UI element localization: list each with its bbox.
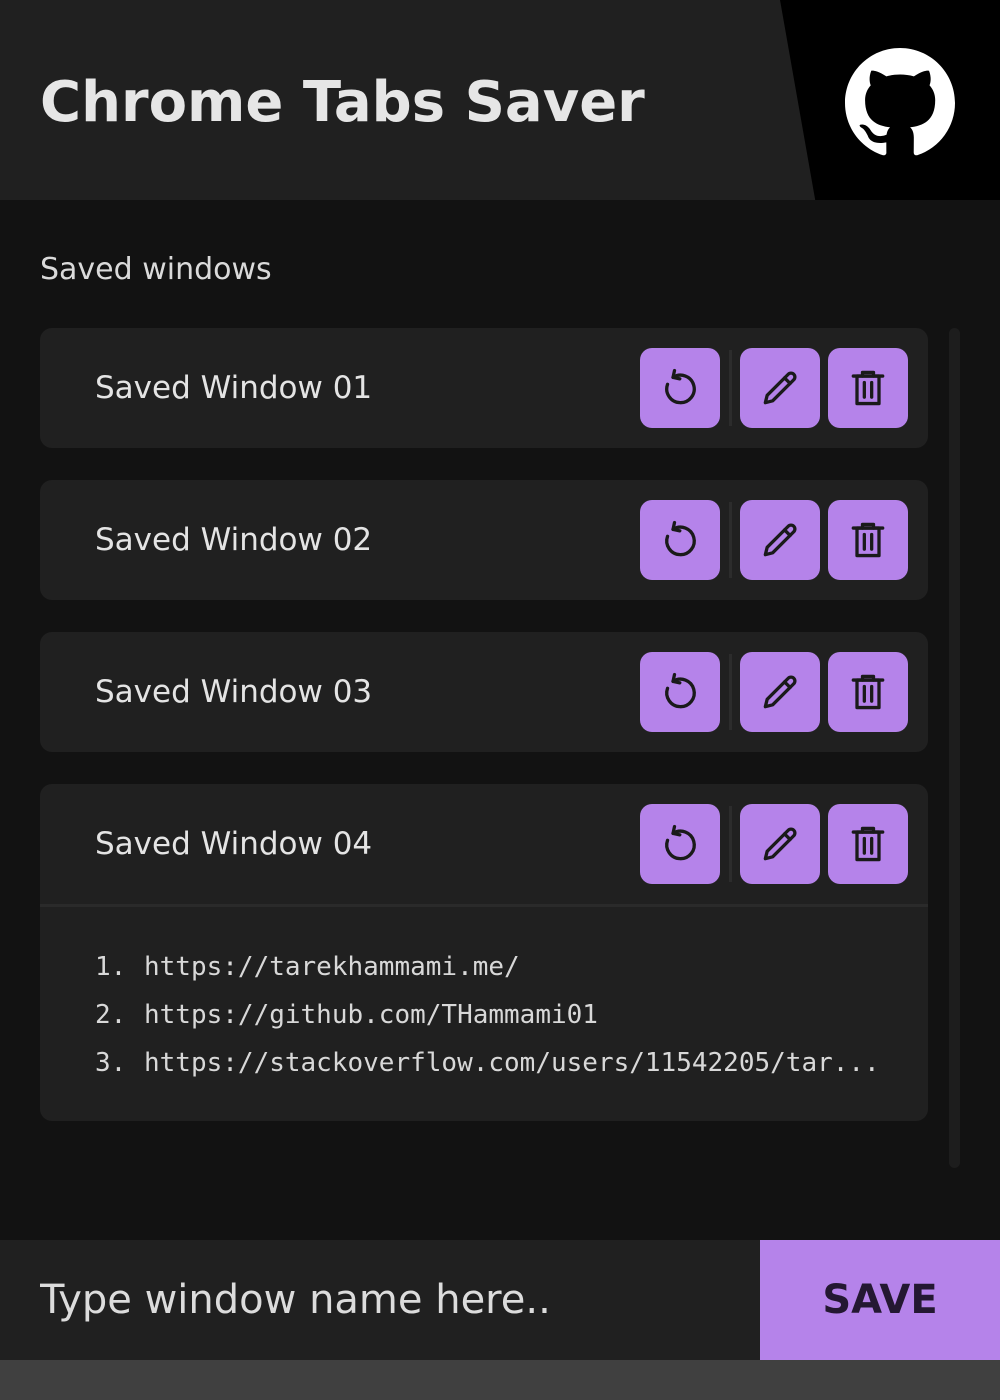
link-item: 1. https://tarekhammami.me/: [95, 943, 895, 991]
link-url[interactable]: https://github.com/THammami01: [144, 1000, 598, 1030]
action-separator: [729, 350, 732, 426]
window-actions: [640, 500, 908, 580]
action-separator: [729, 654, 732, 730]
link-item: 2. https://github.com/THammami01: [95, 991, 895, 1039]
link-item: 3. https://stackoverflow.com/users/115422…: [95, 1039, 895, 1087]
window-card-header[interactable]: Saved Window 03: [40, 632, 928, 752]
restore-icon: [665, 824, 696, 861]
delete-button[interactable]: [828, 348, 908, 428]
app-title: Chrome Tabs Saver: [40, 70, 645, 135]
window-name: Saved Window 03: [95, 674, 373, 710]
input-bar: [0, 1240, 760, 1360]
window-name: Saved Window 04: [95, 826, 373, 862]
footer-strip: [0, 1360, 1000, 1400]
delete-button[interactable]: [828, 804, 908, 884]
edit-button[interactable]: [740, 652, 820, 732]
pencil-icon: [763, 371, 797, 405]
edit-button[interactable]: [740, 348, 820, 428]
window-card: Saved Window 03: [40, 632, 928, 752]
window-name: Saved Window 01: [95, 370, 373, 406]
edit-button[interactable]: [740, 500, 820, 580]
link-number: 1.: [95, 952, 127, 982]
link-number: 2.: [95, 1000, 127, 1030]
window-card-header[interactable]: Saved Window 04: [40, 784, 928, 904]
link-url[interactable]: https://stackoverflow.com/users/11542205…: [144, 1048, 880, 1078]
pencil-icon: [763, 675, 797, 709]
pencil-icon: [763, 827, 797, 861]
window-name-input[interactable]: [0, 1240, 760, 1360]
restore-button[interactable]: [640, 652, 720, 732]
pencil-icon: [763, 523, 797, 557]
window-card: Saved Window 01: [40, 328, 928, 448]
restore-icon: [665, 520, 696, 557]
window-card: Saved Window 02: [40, 480, 928, 600]
trash-icon: [851, 522, 885, 558]
trash-icon: [851, 370, 885, 406]
restore-icon: [665, 368, 696, 405]
github-icon[interactable]: [845, 48, 955, 158]
restore-button[interactable]: [640, 500, 720, 580]
window-actions: [640, 652, 908, 732]
restore-icon: [665, 672, 696, 709]
window-card-header[interactable]: Saved Window 01: [40, 328, 928, 448]
window-links-list: 1. https://tarekhammami.me/ 2. https://git…: [40, 904, 928, 1121]
delete-button[interactable]: [828, 500, 908, 580]
trash-icon: [851, 674, 885, 710]
edit-button[interactable]: [740, 804, 820, 884]
restore-button[interactable]: [640, 348, 720, 428]
link-url[interactable]: https://tarekhammami.me/: [144, 952, 520, 982]
action-separator: [729, 502, 732, 578]
saved-windows-list: Saved Window 01 Saved Window 02 Saved Wi…: [40, 328, 928, 1153]
window-name: Saved Window 02: [95, 522, 373, 558]
window-card-expanded: Saved Window 04 1. https://tarekhammami.…: [40, 784, 928, 1121]
action-separator: [729, 806, 732, 882]
restore-button[interactable]: [640, 804, 720, 884]
trash-icon: [851, 826, 885, 862]
window-card-header[interactable]: Saved Window 02: [40, 480, 928, 600]
delete-button[interactable]: [828, 652, 908, 732]
save-button[interactable]: SAVE: [760, 1240, 1000, 1360]
window-actions: [640, 348, 908, 428]
list-scrollbar[interactable]: [949, 328, 960, 1168]
link-number: 3.: [95, 1048, 127, 1078]
section-title: Saved windows: [40, 252, 272, 287]
window-actions: [640, 804, 908, 884]
